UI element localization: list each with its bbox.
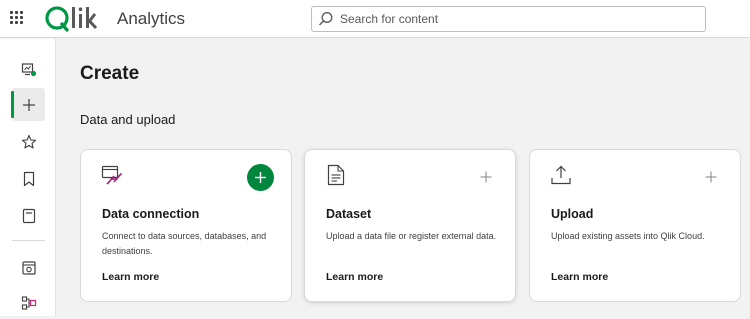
card-description: Upload a data file or register external … — [326, 231, 497, 241]
card-title: Upload — [551, 207, 594, 221]
bookmark-icon — [23, 171, 34, 186]
side-navigation — [0, 39, 56, 316]
plus-icon — [255, 172, 266, 183]
notebook-icon — [22, 208, 35, 223]
page-title: Create — [80, 63, 140, 84]
card-dataset[interactable]: Dataset Upload a data file or register e… — [304, 149, 516, 302]
add-dataset-button[interactable] — [477, 168, 495, 186]
app-name: Analytics — [117, 9, 186, 28]
card-upload[interactable]: Upload Upload existing assets into Qlik … — [529, 149, 741, 302]
grid-menu-icon[interactable] — [10, 11, 24, 25]
search-icon — [318, 11, 334, 32]
nav-item-automations[interactable] — [12, 251, 45, 284]
search-bar[interactable] — [311, 6, 706, 32]
star-icon — [21, 134, 36, 149]
home-analytics-icon — [21, 62, 36, 76]
document-icon — [325, 164, 347, 186]
card-title: Data connection — [102, 207, 200, 221]
section-title: Data and upload — [80, 112, 176, 127]
search-input[interactable] — [340, 10, 690, 28]
top-bar: Analytics — [0, 0, 750, 38]
nav-item-data-integration[interactable] — [12, 286, 45, 319]
card-description: Upload existing assets into Qlik Cloud. — [551, 231, 705, 241]
upload-icon — [550, 164, 572, 186]
card-data-connection[interactable]: Data connection Connect to data sources,… — [80, 149, 292, 302]
nav-item-home[interactable] — [12, 53, 45, 86]
nav-divider — [12, 240, 45, 241]
nav-item-favorites[interactable] — [12, 125, 45, 158]
qlik-logo[interactable] — [44, 4, 106, 34]
learn-more-link[interactable]: Learn more — [326, 271, 383, 283]
add-upload-button[interactable] — [702, 168, 720, 186]
nav-item-catalog[interactable] — [12, 162, 45, 195]
add-data-connection-button[interactable] — [247, 164, 274, 191]
plus-icon — [22, 98, 35, 111]
main-content: Create Data and upload Data connection C… — [57, 39, 750, 316]
nav-item-create[interactable] — [11, 88, 45, 121]
data-connection-icon — [101, 164, 123, 186]
card-title: Dataset — [326, 207, 372, 221]
plus-icon — [480, 171, 492, 183]
nav-item-collections[interactable] — [12, 199, 45, 232]
flow-icon — [21, 295, 36, 310]
card-description: Connect to data sources, databases, and … — [102, 231, 267, 256]
learn-more-link[interactable]: Learn more — [102, 271, 159, 283]
plus-icon — [705, 171, 717, 183]
learn-more-link[interactable]: Learn more — [551, 271, 608, 283]
monitor-icon — [21, 260, 36, 275]
